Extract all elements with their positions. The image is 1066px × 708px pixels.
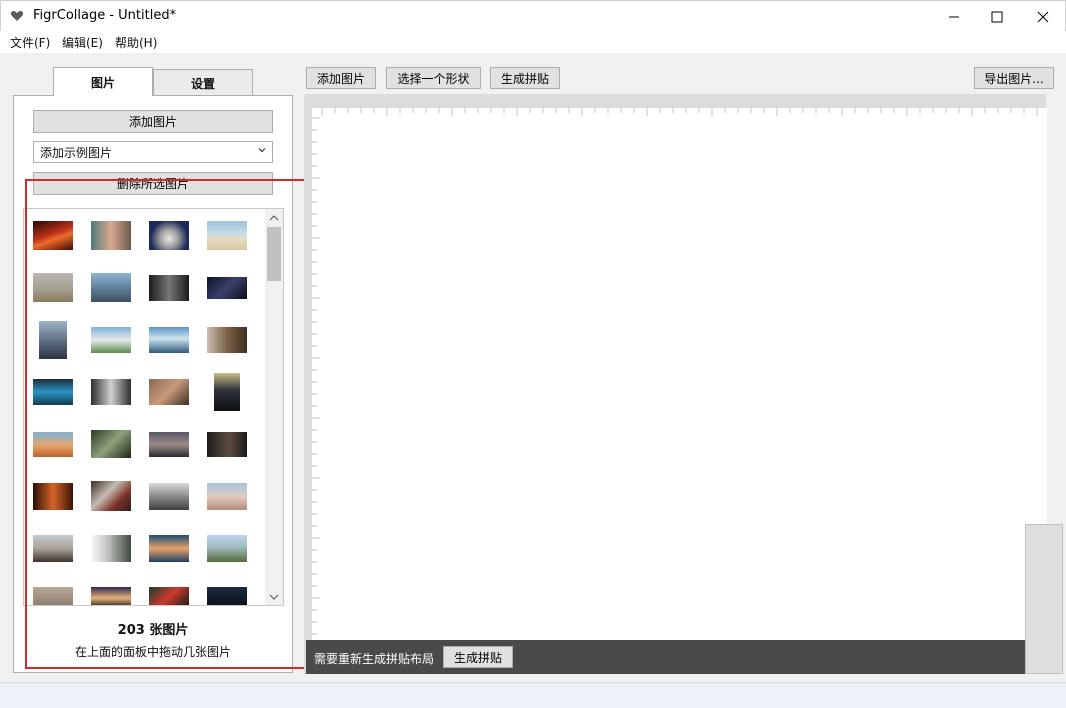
image-thumbnail[interactable] xyxy=(91,430,131,458)
menu-edit[interactable]: 编辑(E) xyxy=(62,34,103,51)
maximize-button[interactable] xyxy=(974,1,1020,32)
image-thumbnail[interactable] xyxy=(207,277,247,299)
choose-shape-button[interactable]: 选择一个形状 xyxy=(386,67,481,89)
scrollbar-thumb[interactable] xyxy=(267,227,281,281)
image-thumbnail-list[interactable] xyxy=(23,208,284,606)
image-thumbnail[interactable] xyxy=(33,221,73,250)
image-thumbnail[interactable] xyxy=(33,535,73,562)
image-thumbnail[interactable] xyxy=(149,379,189,405)
scroll-down-icon[interactable] xyxy=(269,593,279,601)
menu-help[interactable]: 帮助(H) xyxy=(115,34,157,51)
toolbar-add-images-button[interactable]: 添加图片 xyxy=(306,67,376,89)
image-thumbnail[interactable] xyxy=(149,327,189,353)
menu-file[interactable]: 文件(F) xyxy=(10,34,50,51)
scroll-up-icon[interactable] xyxy=(269,214,279,222)
chevron-down-icon xyxy=(258,146,266,154)
image-thumbnail[interactable] xyxy=(214,373,240,411)
close-button[interactable] xyxy=(1020,1,1066,32)
image-thumbnail[interactable] xyxy=(39,321,67,359)
export-image-button[interactable]: 导出图片... xyxy=(974,67,1054,89)
app-icon xyxy=(10,9,24,23)
image-thumbnail[interactable] xyxy=(149,432,189,457)
image-thumbnail[interactable] xyxy=(91,379,131,405)
sample-images-select[interactable]: 添加示例图片 xyxy=(33,141,273,163)
generate-collage-button[interactable]: 生成拼贴 xyxy=(490,67,560,89)
image-thumbnail[interactable] xyxy=(207,221,247,250)
image-thumbnail[interactable] xyxy=(207,535,247,562)
collage-canvas[interactable] xyxy=(312,108,1047,648)
image-thumbnail[interactable] xyxy=(91,327,131,353)
image-thumbnail[interactable] xyxy=(149,275,189,301)
image-thumbnail[interactable] xyxy=(207,327,247,353)
tab-settings[interactable]: 设置 xyxy=(153,69,253,97)
image-thumbnail[interactable] xyxy=(207,587,247,606)
image-thumbnail[interactable] xyxy=(91,481,131,511)
bottom-strip xyxy=(0,682,1066,708)
image-count: 203 张图片 xyxy=(14,619,292,638)
maximize-icon xyxy=(991,11,1003,23)
menu-bar: 文件(F) 编辑(E) 帮助(H) xyxy=(0,31,1066,53)
image-thumbnail[interactable] xyxy=(207,483,247,510)
image-thumbnail[interactable] xyxy=(149,221,189,250)
minimize-icon xyxy=(948,11,960,23)
title-bar: FigrCollage - Untitled* xyxy=(0,0,1066,31)
image-thumbnail[interactable] xyxy=(91,221,131,250)
tab-images[interactable]: 图片 xyxy=(53,67,153,96)
image-thumbnail[interactable] xyxy=(33,273,73,302)
image-thumbnail[interactable] xyxy=(149,535,189,562)
zoom-slider[interactable] xyxy=(1025,524,1063,674)
add-images-button[interactable]: 添加图片 xyxy=(33,110,273,133)
drag-hint: 在上面的面板中拖动几张图片 xyxy=(14,643,292,660)
minimize-button[interactable] xyxy=(931,1,977,32)
window-title: FigrCollage - Untitled* xyxy=(33,8,176,23)
image-thumbnail[interactable] xyxy=(33,483,73,510)
image-thumbnail[interactable] xyxy=(91,587,131,606)
image-thumbnail[interactable] xyxy=(33,379,73,405)
image-thumbnail[interactable] xyxy=(91,535,131,562)
delete-selected-button[interactable]: 删除所选图片 xyxy=(33,172,273,195)
sample-select-value: 添加示例图片 xyxy=(40,144,112,161)
status-generate-collage-button[interactable]: 生成拼贴 xyxy=(443,646,513,668)
status-message: 需要重新生成拼贴布局 xyxy=(314,650,434,667)
image-thumbnail[interactable] xyxy=(149,587,189,606)
thumbnail-scrollbar[interactable] xyxy=(265,209,283,605)
ruler-left xyxy=(312,108,320,648)
image-thumbnail[interactable] xyxy=(91,273,131,302)
image-thumbnail[interactable] xyxy=(207,432,247,457)
ruler-top xyxy=(312,108,1047,116)
image-thumbnail[interactable] xyxy=(33,432,73,457)
image-thumbnail[interactable] xyxy=(33,587,73,606)
image-thumbnail[interactable] xyxy=(149,483,189,510)
close-icon xyxy=(1037,11,1049,23)
